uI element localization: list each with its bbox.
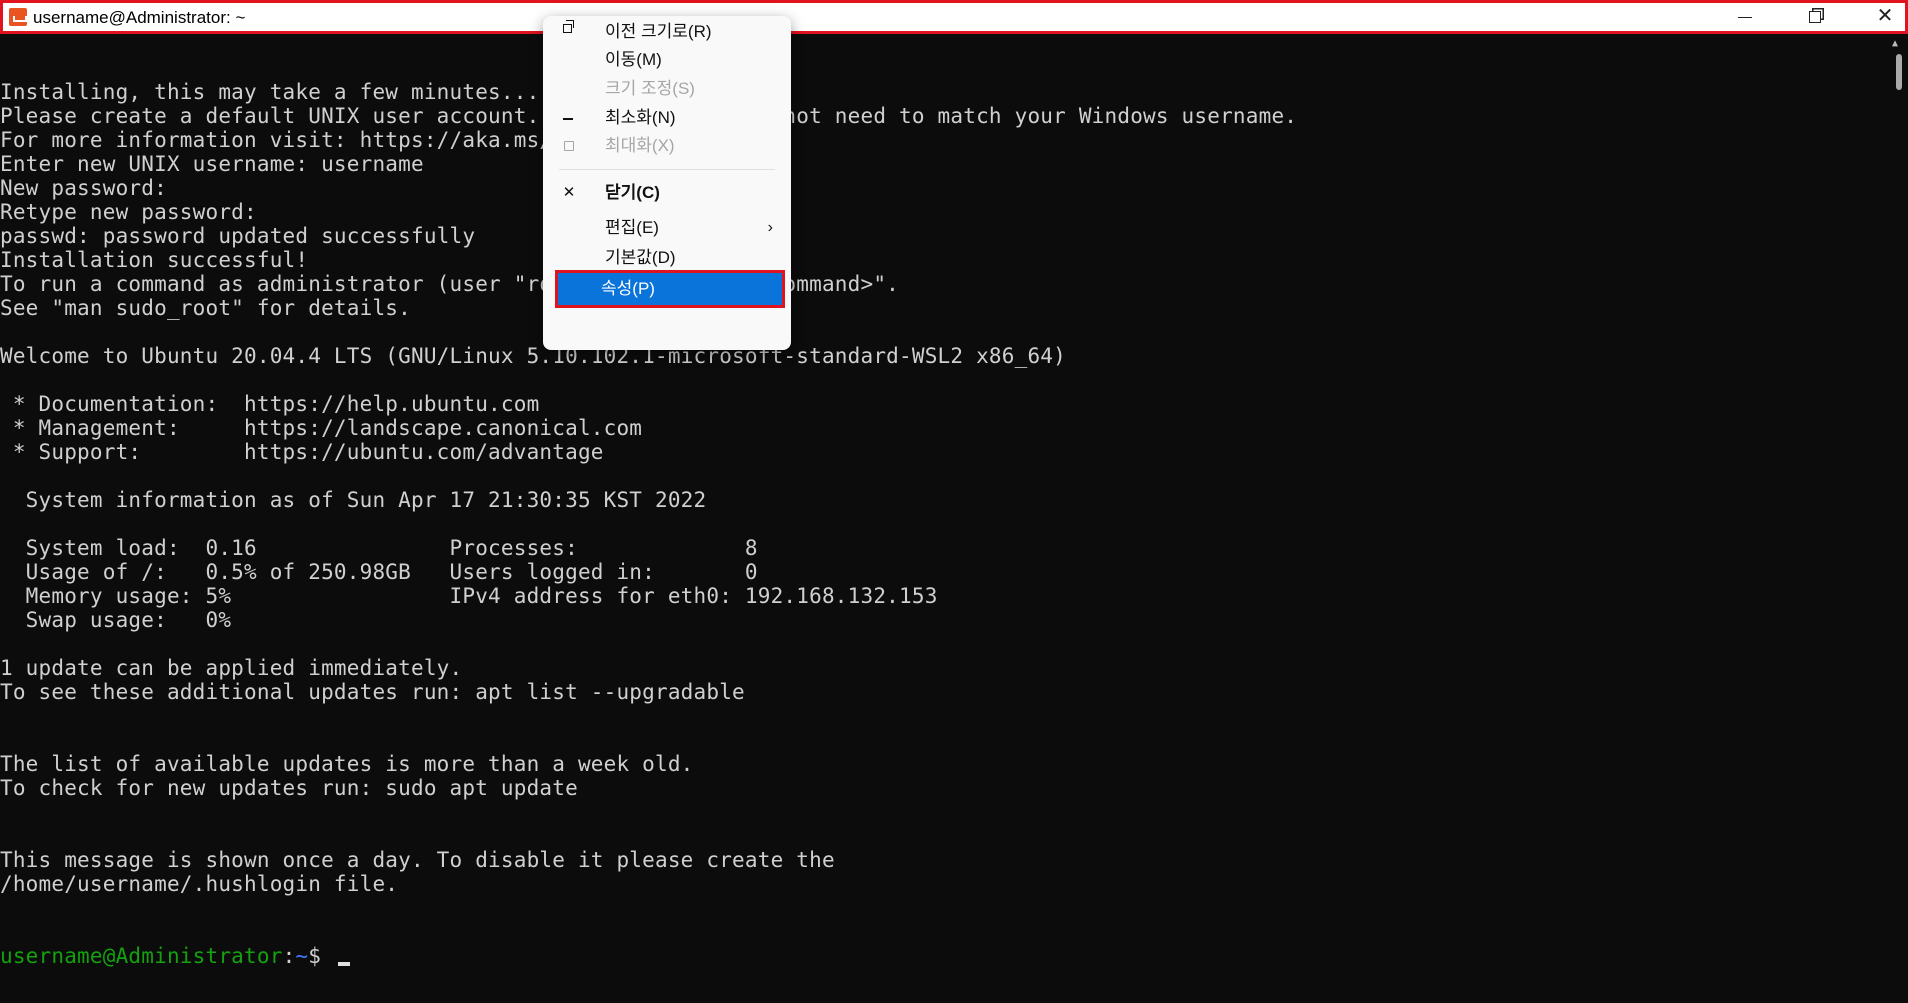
prompt-path: ~ (295, 944, 309, 968)
restore-icon (563, 20, 574, 33)
close-icon: ✕ (562, 184, 576, 201)
terminal-line: New password: (0, 176, 167, 200)
minimize-icon (1738, 16, 1752, 18)
menu-item-label: 속성(P) (601, 279, 655, 298)
menu-item-label: 편집(E) (605, 218, 659, 237)
terminal-line: * Management: https://landscape.canonica… (0, 416, 643, 440)
window-titlebar[interactable]: username@Administrator: ~ ✕ (0, 0, 1908, 34)
terminal-line: passwd: password updated successfully (0, 224, 476, 248)
scroll-up-arrow-icon[interactable]: ▲ (1892, 38, 1898, 49)
terminal-line: Retype new password: (0, 200, 257, 224)
close-icon: ✕ (1876, 5, 1894, 27)
minimize-button[interactable] (1715, 3, 1775, 31)
menu-item-edit[interactable]: 편집(E) › (551, 212, 783, 244)
terminal-line: To see these additional updates run: apt… (0, 680, 745, 704)
text-cursor (337, 962, 350, 966)
restore-button[interactable] (1785, 3, 1845, 31)
vertical-scrollbar[interactable]: ▲ (1890, 34, 1908, 1003)
menu-item-close[interactable]: ✕ 닫기(C) (551, 177, 783, 209)
terminal-output[interactable]: Installing, this may take a few minutes.… (0, 32, 1890, 1003)
chevron-right-icon: › (767, 219, 773, 236)
restore-icon (1809, 11, 1821, 24)
window-title: username@Administrator: ~ (33, 8, 246, 27)
menu-item-label: 닫기(C) (605, 183, 660, 202)
terminal-line: System load: 0.16 Processes: 8 (0, 536, 758, 560)
scroll-thumb[interactable] (1896, 54, 1902, 90)
close-button[interactable]: ✕ (1855, 3, 1908, 31)
terminal-line: Installation successful! (0, 248, 309, 272)
ubuntu-app-icon[interactable] (9, 8, 27, 26)
prompt-symbol: $ (308, 944, 334, 968)
maximize-icon (564, 141, 574, 151)
menu-separator (559, 169, 775, 170)
menu-item-label: 크기 조정(S) (605, 79, 695, 98)
terminal-line: The list of available updates is more th… (0, 752, 694, 776)
terminal-line: * Support: https://ubuntu.com/advantage (0, 440, 604, 464)
terminal-line: Enter new UNIX username: username (0, 152, 424, 176)
terminal-line: For more information visit: https://aka.… (0, 128, 655, 152)
terminal-line: Usage of /: 0.5% of 250.98GB Users logge… (0, 560, 758, 584)
terminal-line: * Documentation: https://help.ubuntu.com (0, 392, 540, 416)
terminal-line: This message is shown once a day. To dis… (0, 848, 835, 872)
terminal-line: Memory usage: 5% IPv4 address for eth0: … (0, 584, 938, 608)
menu-item-label: 이동(M) (605, 50, 662, 69)
prompt-colon: : (282, 944, 296, 968)
menu-item-maximize[interactable]: 최대화(X) (551, 130, 783, 162)
terminal-line: 1 update can be applied immediately. (0, 656, 463, 680)
terminal-line: Installing, this may take a few minutes.… (0, 80, 540, 104)
terminal-line: Please create a default UNIX user accoun… (0, 104, 1298, 128)
menu-item-move[interactable]: 이동(M) (551, 44, 783, 76)
prompt-user-host: username@Administrator (0, 944, 283, 968)
terminal-line: Swap usage: 0% (0, 608, 232, 632)
terminal-prompt-line: username@Administrator:~$ (0, 944, 1890, 968)
terminal-line: /home/username/.hushlogin file. (0, 872, 399, 896)
menu-item-label: 최대화(X) (605, 136, 675, 155)
terminal-line: To run a command as administrator (user … (0, 272, 900, 296)
terminal-line: Welcome to Ubuntu 20.04.4 LTS (GNU/Linux… (0, 344, 1066, 368)
menu-item-properties[interactable]: 속성(P) (555, 270, 785, 308)
terminal-lines: Installing, this may take a few minutes.… (0, 80, 1890, 896)
terminal-line: To check for new updates run: sudo apt u… (0, 776, 578, 800)
terminal-line: System information as of Sun Apr 17 21:3… (0, 488, 707, 512)
menu-item-size[interactable]: 크기 조정(S) (551, 73, 783, 105)
minimize-icon (563, 118, 573, 120)
terminal-line: See "man sudo_root" for details. (0, 296, 411, 320)
system-context-menu: 이전 크기로(R) 이동(M) 크기 조정(S) 최소화(N) 최대화(X) ✕… (543, 16, 791, 350)
